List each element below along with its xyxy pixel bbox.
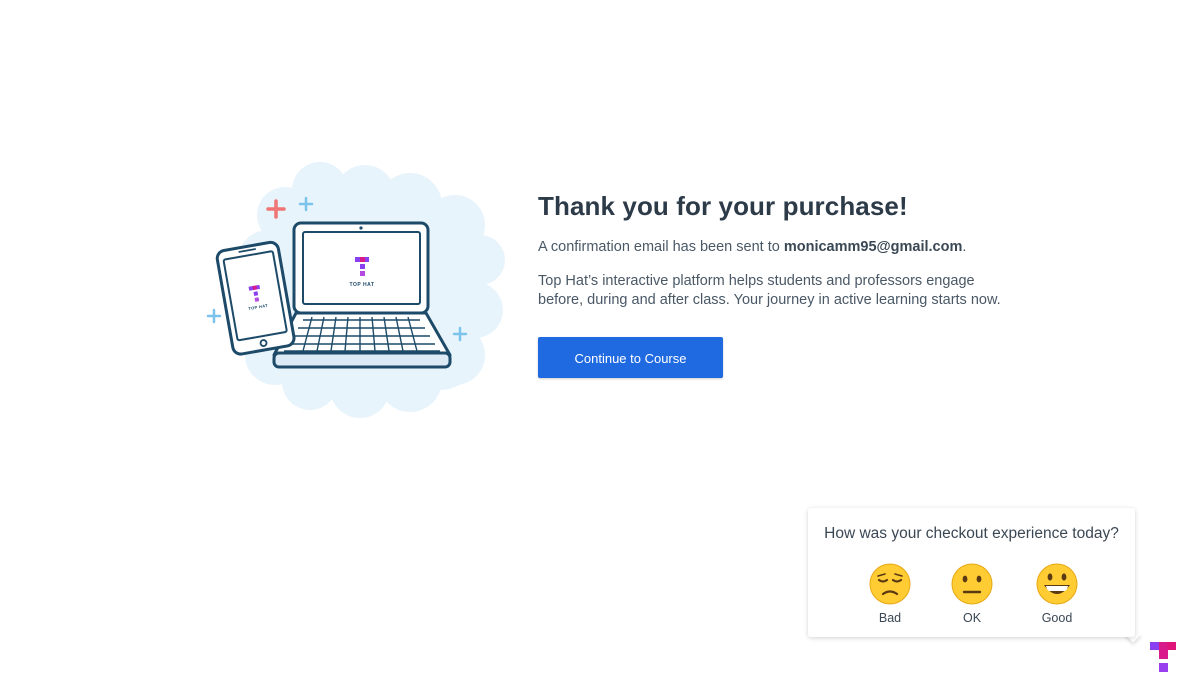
continue-to-course-button[interactable]: Continue to Course	[538, 337, 723, 378]
page-title: Thank you for your purchase!	[538, 191, 908, 221]
feedback-options: Bad OK Good	[808, 562, 1135, 632]
platform-description: Top Hat’s interactive platform helps stu…	[538, 273, 1001, 308]
feedback-option-bad[interactable]: Bad	[860, 562, 920, 625]
confirmation-prefix: A confirmation email has been sent to	[538, 239, 784, 255]
feedback-label-ok: OK	[962, 611, 982, 625]
feedback-option-good[interactable]: Good	[1027, 562, 1087, 625]
confirmation-email: monicamm95@gmail.com	[783, 239, 963, 255]
laptop-icon: TOP HAT	[272, 221, 452, 369]
sparkle-icon	[206, 308, 222, 324]
confirmation-suffix: .	[962, 239, 967, 255]
neutral-face-icon	[951, 563, 993, 605]
feedback-question: How was your checkout experience today?	[824, 525, 1119, 542]
sad-face-icon	[869, 563, 911, 605]
devices-illustration: TOP HAT TOP HAT	[206, 162, 505, 418]
confirmation-message: A confirmation email has been sent to mo…	[538, 236, 1008, 258]
feedback-popover: How was your checkout experience today? …	[808, 508, 1135, 637]
checkout-confirmation-page: TOP HAT TOP HAT Thank you for your purch…	[0, 0, 1200, 700]
top-hat-logo-icon[interactable]	[1148, 640, 1178, 676]
laptop-brand-text: TOP HAT	[350, 282, 375, 288]
confirmation-content: Thank you for your purchase! A confirmat…	[538, 186, 1008, 378]
feedback-option-ok[interactable]: OK	[942, 562, 1002, 625]
feedback-label-bad: Bad	[878, 611, 902, 625]
happy-face-icon	[1036, 563, 1078, 605]
feedback-label-good: Good	[1041, 611, 1073, 625]
